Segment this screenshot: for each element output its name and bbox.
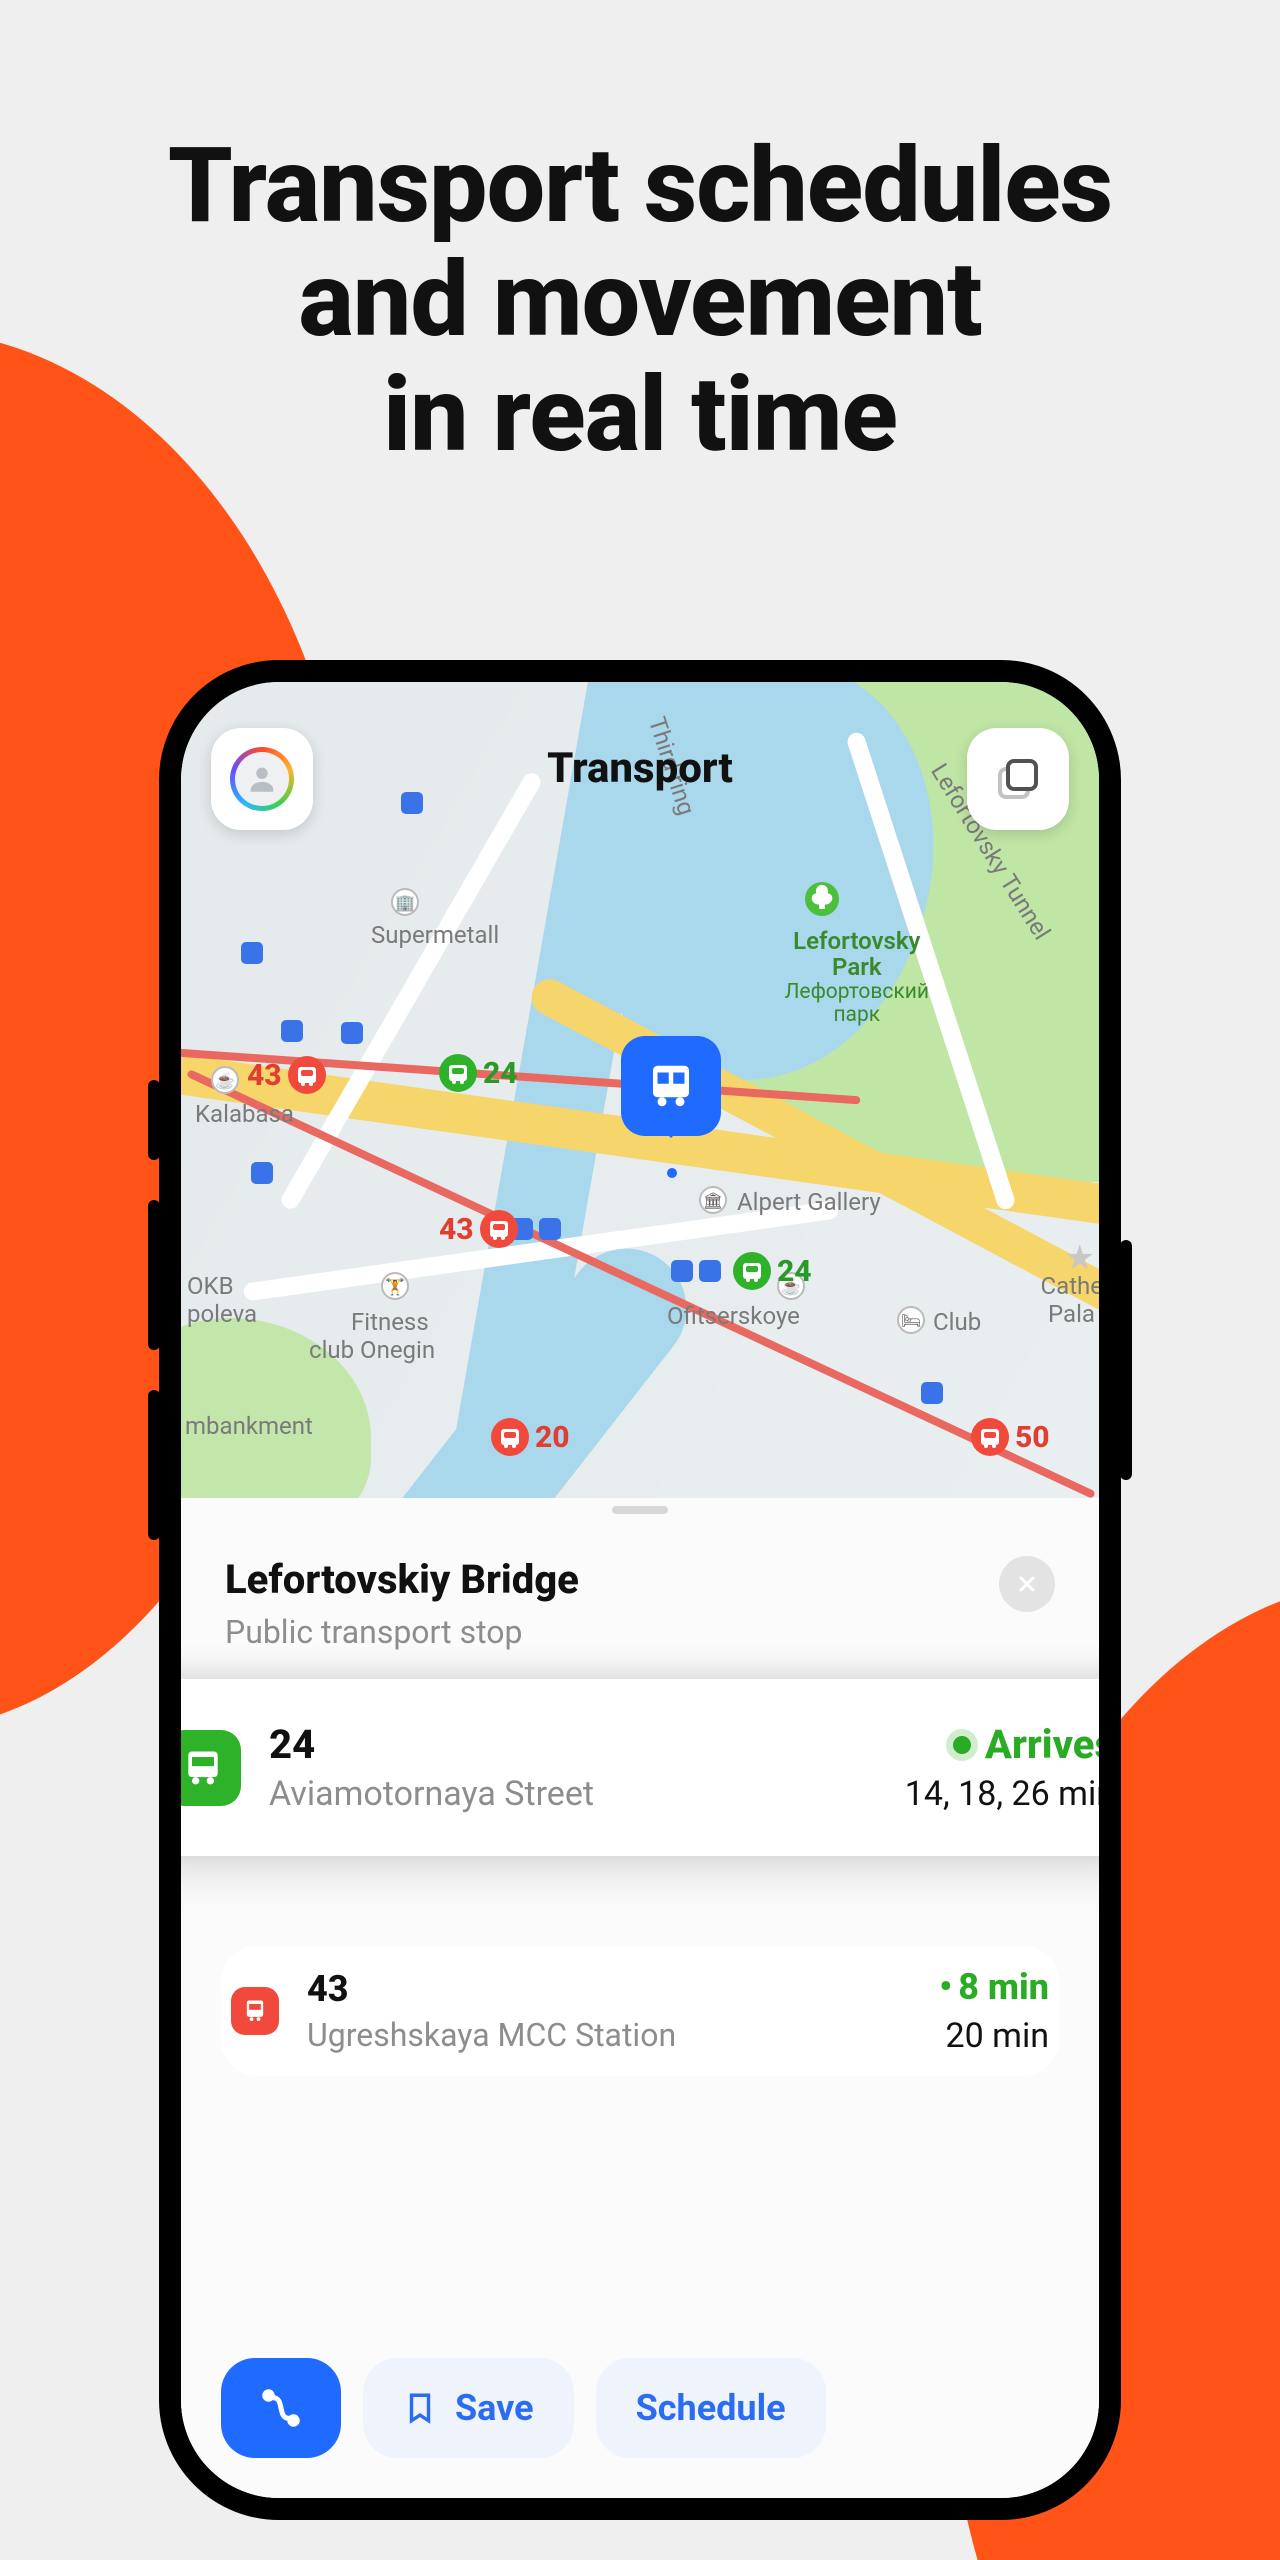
metro-icon	[341, 1022, 363, 1044]
route-item-24[interactable]: 24 Aviamotornaya Street Arrives 14, 18, …	[181, 1679, 1099, 1856]
vehicle-marker-50[interactable]: 50	[971, 1418, 1050, 1456]
poi-icon: 🏢	[391, 888, 419, 916]
vehicle-marker-43[interactable]: 43	[439, 1210, 518, 1248]
promo-headline: Transport schedules and movement in real…	[0, 0, 1280, 473]
poi-supermetall: Supermetall	[371, 921, 499, 949]
close-icon	[1015, 1572, 1039, 1596]
poi-kalabasa: Kalabasa	[195, 1100, 294, 1128]
phone-mockup: Lefortovsky Park Лефортовский парк Lefor…	[159, 660, 1121, 2520]
live-dot-icon	[953, 1736, 971, 1754]
route-times: 14, 18, 26 min	[905, 1774, 1099, 1814]
poi-alpert: Alpert Gallery	[737, 1188, 881, 1216]
metro-icon	[539, 1218, 561, 1240]
map-title: Transport	[181, 744, 1099, 793]
vehicle-marker-43[interactable]: 43	[247, 1056, 326, 1094]
metro-icon	[671, 1260, 693, 1282]
embank-label: mbankment	[185, 1412, 313, 1440]
park-icon	[805, 882, 839, 916]
tram-icon	[231, 1987, 279, 2035]
poi-ofitser: Ofitserskoye	[667, 1302, 800, 1330]
route-button[interactable]	[221, 2358, 341, 2458]
museum-icon: 🏛	[699, 1186, 727, 1214]
stop-name: Lefortovskiy Bridge	[225, 1556, 579, 1603]
bookmark-icon	[403, 2391, 437, 2425]
metro-icon	[401, 792, 423, 814]
selected-stop-dot	[667, 1168, 677, 1178]
metro-icon	[251, 1162, 273, 1184]
hotel-icon: 🛏	[897, 1306, 925, 1334]
route-item-43[interactable]: 43 Ugreshskaya MCC Station •8 min 20 min	[221, 1946, 1059, 2076]
map-area[interactable]: Lefortovsky Park Лефортовский парк Lefor…	[181, 682, 1099, 1498]
route-destination: Aviamotornaya Street	[269, 1774, 877, 1814]
route-number: 24	[269, 1721, 877, 1768]
vehicle-marker-20[interactable]: 20	[491, 1418, 570, 1456]
route-icon	[256, 2383, 306, 2433]
route-status: Arrives	[905, 1721, 1099, 1768]
bus-icon	[181, 1730, 241, 1806]
poi-fitness2: club Onegin	[309, 1336, 435, 1364]
metro-icon	[921, 1382, 943, 1404]
grab-handle[interactable]	[612, 1506, 668, 1514]
selected-stop-pin[interactable]	[621, 1036, 721, 1136]
vehicle-marker-24[interactable]: 24	[733, 1252, 812, 1290]
route-number: 43	[307, 1968, 911, 2010]
poi-club: Club	[933, 1308, 981, 1336]
metro-icon	[241, 942, 263, 964]
close-button[interactable]	[999, 1556, 1055, 1612]
metro-icon	[281, 1020, 303, 1042]
bottom-sheet[interactable]: Lefortovskiy Bridge Public transport sto…	[181, 1498, 1099, 2498]
save-button[interactable]: Save	[363, 2358, 574, 2458]
route-sched-eta: 20 min	[939, 2016, 1049, 2056]
stop-subtitle: Public transport stop	[225, 1613, 579, 1651]
schedule-button[interactable]: Schedule	[596, 2358, 826, 2458]
park-label: Lefortovsky Park Лефортовский парк	[785, 928, 929, 1027]
vehicle-marker-24[interactable]: 24	[439, 1054, 518, 1092]
cafe-icon: ☕	[211, 1066, 239, 1094]
poi-okb: OKB	[187, 1272, 234, 1300]
route-live-eta: •8 min	[939, 1966, 1049, 2008]
route-destination: Ugreshskaya MCC Station	[307, 2016, 911, 2054]
poi-pala: Pala	[1048, 1300, 1095, 1328]
phone-screen: Lefortovsky Park Лефортовский парк Lefor…	[181, 682, 1099, 2498]
poi-cathe: Cathe	[1041, 1272, 1099, 1300]
gym-icon: 🏋	[381, 1272, 409, 1300]
metro-icon	[699, 1260, 721, 1282]
poi-poleva: poleva	[187, 1300, 257, 1328]
poi-fitness1: Fitness	[351, 1308, 429, 1336]
